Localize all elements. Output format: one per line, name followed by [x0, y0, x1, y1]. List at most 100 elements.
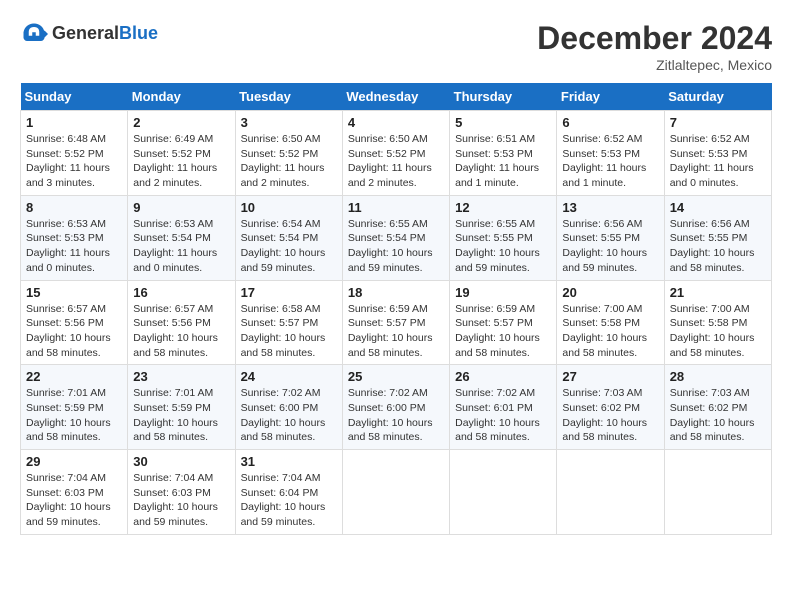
calendar-header: Sunday Monday Tuesday Wednesday Thursday… — [21, 83, 772, 111]
day-number: 25 — [348, 369, 444, 384]
day-info: Sunrise: 7:01 AM Sunset: 5:59 PM Dayligh… — [133, 386, 229, 445]
day-number: 15 — [26, 285, 122, 300]
calendar-cell: 18 Sunrise: 6:59 AM Sunset: 5:57 PM Dayl… — [342, 280, 449, 365]
header-thursday: Thursday — [450, 83, 557, 111]
day-info: Sunrise: 6:48 AM Sunset: 5:52 PM Dayligh… — [26, 132, 122, 191]
calendar-cell — [557, 450, 664, 535]
day-info: Sunrise: 6:55 AM Sunset: 5:55 PM Dayligh… — [455, 217, 551, 276]
day-number: 5 — [455, 115, 551, 130]
header-monday: Monday — [128, 83, 235, 111]
day-number: 10 — [241, 200, 337, 215]
calendar-cell — [450, 450, 557, 535]
calendar-cell: 12 Sunrise: 6:55 AM Sunset: 5:55 PM Dayl… — [450, 195, 557, 280]
location-text: Zitlaltepec, Mexico — [537, 57, 772, 73]
day-info: Sunrise: 7:02 AM Sunset: 6:01 PM Dayligh… — [455, 386, 551, 445]
title-section: December 2024 Zitlaltepec, Mexico — [537, 20, 772, 73]
calendar-cell: 30 Sunrise: 7:04 AM Sunset: 6:03 PM Dayl… — [128, 450, 235, 535]
calendar-cell: 21 Sunrise: 7:00 AM Sunset: 5:58 PM Dayl… — [664, 280, 771, 365]
calendar-cell: 29 Sunrise: 7:04 AM Sunset: 6:03 PM Dayl… — [21, 450, 128, 535]
calendar-cell: 8 Sunrise: 6:53 AM Sunset: 5:53 PM Dayli… — [21, 195, 128, 280]
calendar-cell: 10 Sunrise: 6:54 AM Sunset: 5:54 PM Dayl… — [235, 195, 342, 280]
day-info: Sunrise: 7:01 AM Sunset: 5:59 PM Dayligh… — [26, 386, 122, 445]
day-info: Sunrise: 6:56 AM Sunset: 5:55 PM Dayligh… — [670, 217, 766, 276]
header-wednesday: Wednesday — [342, 83, 449, 111]
day-number: 24 — [241, 369, 337, 384]
calendar-cell: 16 Sunrise: 6:57 AM Sunset: 5:56 PM Dayl… — [128, 280, 235, 365]
header-friday: Friday — [557, 83, 664, 111]
day-number: 19 — [455, 285, 551, 300]
generalblue-logo-icon — [20, 20, 48, 48]
calendar-week-row: 29 Sunrise: 7:04 AM Sunset: 6:03 PM Dayl… — [21, 450, 772, 535]
day-number: 4 — [348, 115, 444, 130]
header-sunday: Sunday — [21, 83, 128, 111]
logo-text: GeneralBlue — [52, 24, 158, 44]
calendar-cell: 7 Sunrise: 6:52 AM Sunset: 5:53 PM Dayli… — [664, 111, 771, 196]
calendar-cell: 3 Sunrise: 6:50 AM Sunset: 5:52 PM Dayli… — [235, 111, 342, 196]
logo-blue-text: Blue — [119, 24, 158, 44]
day-number: 11 — [348, 200, 444, 215]
calendar-cell: 28 Sunrise: 7:03 AM Sunset: 6:02 PM Dayl… — [664, 365, 771, 450]
day-info: Sunrise: 6:50 AM Sunset: 5:52 PM Dayligh… — [348, 132, 444, 191]
calendar-cell: 2 Sunrise: 6:49 AM Sunset: 5:52 PM Dayli… — [128, 111, 235, 196]
day-info: Sunrise: 6:58 AM Sunset: 5:57 PM Dayligh… — [241, 302, 337, 361]
day-info: Sunrise: 6:53 AM Sunset: 5:54 PM Dayligh… — [133, 217, 229, 276]
calendar-week-row: 1 Sunrise: 6:48 AM Sunset: 5:52 PM Dayli… — [21, 111, 772, 196]
day-number: 9 — [133, 200, 229, 215]
day-info: Sunrise: 6:57 AM Sunset: 5:56 PM Dayligh… — [133, 302, 229, 361]
day-info: Sunrise: 6:59 AM Sunset: 5:57 PM Dayligh… — [455, 302, 551, 361]
calendar-cell: 11 Sunrise: 6:55 AM Sunset: 5:54 PM Dayl… — [342, 195, 449, 280]
calendar-cell: 4 Sunrise: 6:50 AM Sunset: 5:52 PM Dayli… — [342, 111, 449, 196]
calendar-cell: 31 Sunrise: 7:04 AM Sunset: 6:04 PM Dayl… — [235, 450, 342, 535]
calendar-cell: 26 Sunrise: 7:02 AM Sunset: 6:01 PM Dayl… — [450, 365, 557, 450]
logo: GeneralBlue — [20, 20, 158, 48]
day-info: Sunrise: 7:03 AM Sunset: 6:02 PM Dayligh… — [562, 386, 658, 445]
day-info: Sunrise: 6:53 AM Sunset: 5:53 PM Dayligh… — [26, 217, 122, 276]
calendar-cell: 9 Sunrise: 6:53 AM Sunset: 5:54 PM Dayli… — [128, 195, 235, 280]
calendar-cell: 20 Sunrise: 7:00 AM Sunset: 5:58 PM Dayl… — [557, 280, 664, 365]
calendar-cell: 25 Sunrise: 7:02 AM Sunset: 6:00 PM Dayl… — [342, 365, 449, 450]
day-info: Sunrise: 6:50 AM Sunset: 5:52 PM Dayligh… — [241, 132, 337, 191]
day-info: Sunrise: 7:04 AM Sunset: 6:03 PM Dayligh… — [133, 471, 229, 530]
calendar-week-row: 22 Sunrise: 7:01 AM Sunset: 5:59 PM Dayl… — [21, 365, 772, 450]
calendar-cell: 13 Sunrise: 6:56 AM Sunset: 5:55 PM Dayl… — [557, 195, 664, 280]
calendar-cell: 15 Sunrise: 6:57 AM Sunset: 5:56 PM Dayl… — [21, 280, 128, 365]
calendar-cell: 24 Sunrise: 7:02 AM Sunset: 6:00 PM Dayl… — [235, 365, 342, 450]
day-info: Sunrise: 7:03 AM Sunset: 6:02 PM Dayligh… — [670, 386, 766, 445]
day-number: 18 — [348, 285, 444, 300]
day-info: Sunrise: 6:52 AM Sunset: 5:53 PM Dayligh… — [562, 132, 658, 191]
day-info: Sunrise: 6:56 AM Sunset: 5:55 PM Dayligh… — [562, 217, 658, 276]
day-number: 23 — [133, 369, 229, 384]
day-info: Sunrise: 6:54 AM Sunset: 5:54 PM Dayligh… — [241, 217, 337, 276]
calendar-cell: 19 Sunrise: 6:59 AM Sunset: 5:57 PM Dayl… — [450, 280, 557, 365]
day-info: Sunrise: 6:55 AM Sunset: 5:54 PM Dayligh… — [348, 217, 444, 276]
calendar-cell: 1 Sunrise: 6:48 AM Sunset: 5:52 PM Dayli… — [21, 111, 128, 196]
day-info: Sunrise: 7:04 AM Sunset: 6:04 PM Dayligh… — [241, 471, 337, 530]
day-info: Sunrise: 6:57 AM Sunset: 5:56 PM Dayligh… — [26, 302, 122, 361]
day-number: 13 — [562, 200, 658, 215]
calendar-cell: 27 Sunrise: 7:03 AM Sunset: 6:02 PM Dayl… — [557, 365, 664, 450]
calendar-cell — [342, 450, 449, 535]
calendar-cell: 17 Sunrise: 6:58 AM Sunset: 5:57 PM Dayl… — [235, 280, 342, 365]
calendar-week-row: 8 Sunrise: 6:53 AM Sunset: 5:53 PM Dayli… — [21, 195, 772, 280]
day-info: Sunrise: 7:02 AM Sunset: 6:00 PM Dayligh… — [348, 386, 444, 445]
days-of-week-row: Sunday Monday Tuesday Wednesday Thursday… — [21, 83, 772, 111]
calendar-cell: 6 Sunrise: 6:52 AM Sunset: 5:53 PM Dayli… — [557, 111, 664, 196]
day-info: Sunrise: 6:49 AM Sunset: 5:52 PM Dayligh… — [133, 132, 229, 191]
day-info: Sunrise: 6:59 AM Sunset: 5:57 PM Dayligh… — [348, 302, 444, 361]
calendar-cell — [664, 450, 771, 535]
day-number: 17 — [241, 285, 337, 300]
day-info: Sunrise: 7:02 AM Sunset: 6:00 PM Dayligh… — [241, 386, 337, 445]
calendar-table: Sunday Monday Tuesday Wednesday Thursday… — [20, 83, 772, 535]
calendar-cell: 22 Sunrise: 7:01 AM Sunset: 5:59 PM Dayl… — [21, 365, 128, 450]
day-number: 2 — [133, 115, 229, 130]
day-info: Sunrise: 7:00 AM Sunset: 5:58 PM Dayligh… — [562, 302, 658, 361]
day-number: 1 — [26, 115, 122, 130]
day-number: 16 — [133, 285, 229, 300]
day-number: 8 — [26, 200, 122, 215]
day-number: 6 — [562, 115, 658, 130]
day-number: 3 — [241, 115, 337, 130]
day-number: 31 — [241, 454, 337, 469]
day-info: Sunrise: 7:04 AM Sunset: 6:03 PM Dayligh… — [26, 471, 122, 530]
day-number: 7 — [670, 115, 766, 130]
calendar-cell: 5 Sunrise: 6:51 AM Sunset: 5:53 PM Dayli… — [450, 111, 557, 196]
